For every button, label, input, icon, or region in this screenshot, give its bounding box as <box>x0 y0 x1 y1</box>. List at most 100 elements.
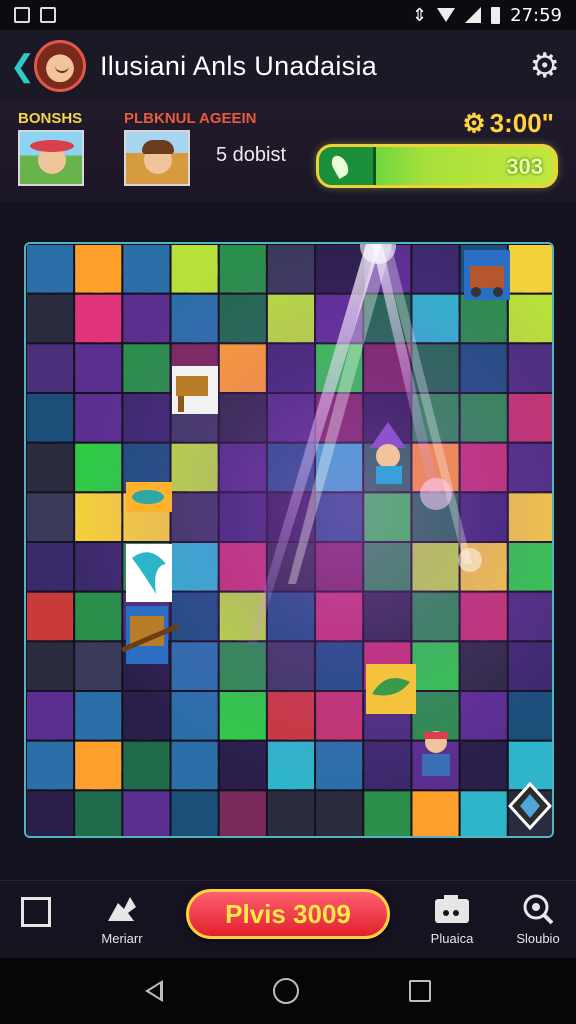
puzzle-piece[interactable] <box>458 590 509 643</box>
puzzle-piece[interactable] <box>314 441 365 494</box>
puzzle-piece[interactable] <box>265 441 317 494</box>
puzzle-piece[interactable] <box>458 491 509 543</box>
puzzle-piece[interactable] <box>121 789 172 838</box>
puzzle-piece[interactable] <box>458 640 509 693</box>
puzzle-piece[interactable] <box>217 441 268 494</box>
puzzle-piece[interactable] <box>410 739 461 792</box>
puzzle-piece[interactable] <box>362 590 413 643</box>
puzzle-piece[interactable] <box>314 292 365 345</box>
puzzle-piece[interactable] <box>362 491 413 543</box>
puzzle-piece[interactable] <box>410 491 461 543</box>
puzzle-piece[interactable] <box>73 789 124 838</box>
puzzle-piece[interactable] <box>265 789 317 838</box>
puzzle-piece[interactable] <box>217 690 268 742</box>
puzzle-piece[interactable] <box>458 690 509 742</box>
puzzle-piece[interactable] <box>458 441 509 494</box>
puzzle-piece[interactable] <box>458 342 509 395</box>
puzzle-piece[interactable] <box>169 640 220 693</box>
puzzle-piece[interactable] <box>362 342 413 395</box>
puzzle-piece[interactable] <box>217 640 268 693</box>
puzzle-piece[interactable] <box>169 541 220 593</box>
puzzle-piece[interactable] <box>73 441 124 494</box>
puzzle-piece[interactable] <box>506 491 554 543</box>
puzzle-piece[interactable] <box>362 789 413 838</box>
puzzle-piece[interactable] <box>121 441 172 494</box>
puzzle-piece[interactable] <box>26 342 76 395</box>
puzzle-piece[interactable] <box>265 244 317 295</box>
puzzle-piece[interactable] <box>506 739 554 792</box>
puzzle-piece[interactable] <box>217 789 268 838</box>
puzzle-grid[interactable] <box>26 244 554 838</box>
puzzle-piece[interactable] <box>121 541 172 593</box>
puzzle-piece[interactable] <box>314 491 365 543</box>
puzzle-piece[interactable] <box>26 541 76 593</box>
puzzle-piece[interactable] <box>121 244 172 295</box>
puzzle-piece[interactable] <box>26 690 76 742</box>
puzzle-piece[interactable] <box>506 541 554 593</box>
puzzle-piece[interactable] <box>26 292 76 345</box>
puzzle-piece[interactable] <box>73 292 124 345</box>
puzzle-piece[interactable] <box>217 739 268 792</box>
nav-item-sloubio[interactable]: Sloubio <box>498 893 576 946</box>
puzzle-piece[interactable] <box>26 441 76 494</box>
puzzle-piece[interactable] <box>314 739 365 792</box>
puzzle-piece[interactable] <box>121 292 172 345</box>
puzzle-piece[interactable] <box>26 789 76 838</box>
puzzle-piece[interactable] <box>26 491 76 543</box>
puzzle-piece[interactable] <box>121 739 172 792</box>
puzzle-piece[interactable] <box>506 441 554 494</box>
puzzle-piece[interactable] <box>169 739 220 792</box>
puzzle-piece[interactable] <box>314 392 365 444</box>
puzzle-piece[interactable] <box>121 342 172 395</box>
puzzle-piece[interactable] <box>26 739 76 792</box>
puzzle-piece[interactable] <box>362 739 413 792</box>
play-button[interactable]: Plvis 3009 <box>186 889 390 939</box>
puzzle-piece[interactable] <box>314 789 365 838</box>
puzzle-piece[interactable] <box>73 640 124 693</box>
puzzle-piece[interactable] <box>169 690 220 742</box>
puzzle-piece[interactable] <box>362 292 413 345</box>
puzzle-piece[interactable] <box>26 392 76 444</box>
puzzle-piece[interactable] <box>410 441 461 494</box>
puzzle-piece[interactable] <box>73 541 124 593</box>
puzzle-piece[interactable] <box>121 590 172 643</box>
puzzle-piece[interactable] <box>73 392 124 444</box>
puzzle-piece[interactable] <box>362 441 413 494</box>
puzzle-piece[interactable] <box>265 739 317 792</box>
chevron-left-icon[interactable]: ❮ <box>10 49 35 84</box>
puzzle-piece[interactable] <box>265 541 317 593</box>
puzzle-piece[interactable] <box>73 342 124 395</box>
right-player-thumbnail[interactable] <box>124 130 190 186</box>
square-button[interactable] <box>0 897 72 933</box>
puzzle-piece[interactable] <box>362 244 413 295</box>
puzzle-piece[interactable] <box>169 590 220 643</box>
puzzle-piece[interactable] <box>314 244 365 295</box>
puzzle-piece[interactable] <box>26 590 76 643</box>
puzzle-piece[interactable] <box>265 690 317 742</box>
puzzle-piece[interactable] <box>169 789 220 838</box>
puzzle-piece[interactable] <box>73 491 124 543</box>
puzzle-piece[interactable] <box>458 244 509 295</box>
puzzle-piece[interactable] <box>121 491 172 543</box>
puzzle-piece[interactable] <box>265 491 317 543</box>
puzzle-piece[interactable] <box>506 789 554 838</box>
nav-item-pluaica[interactable]: Pluaica <box>412 893 492 946</box>
puzzle-piece[interactable] <box>506 292 554 345</box>
puzzle-piece[interactable] <box>458 541 509 593</box>
puzzle-piece[interactable] <box>169 342 220 395</box>
puzzle-piece[interactable] <box>169 244 220 295</box>
puzzle-piece[interactable] <box>121 392 172 444</box>
puzzle-piece[interactable] <box>410 640 461 693</box>
puzzle-piece[interactable] <box>217 392 268 444</box>
puzzle-piece[interactable] <box>506 392 554 444</box>
puzzle-piece[interactable] <box>458 292 509 345</box>
puzzle-piece[interactable] <box>362 690 413 742</box>
puzzle-piece[interactable] <box>169 491 220 543</box>
puzzle-piece[interactable] <box>410 541 461 593</box>
puzzle-piece[interactable] <box>26 640 76 693</box>
puzzle-piece[interactable] <box>26 244 76 295</box>
gear-icon[interactable]: ⚙ <box>530 46 560 86</box>
puzzle-board[interactable] <box>24 242 554 838</box>
puzzle-piece[interactable] <box>362 392 413 444</box>
puzzle-piece[interactable] <box>410 690 461 742</box>
